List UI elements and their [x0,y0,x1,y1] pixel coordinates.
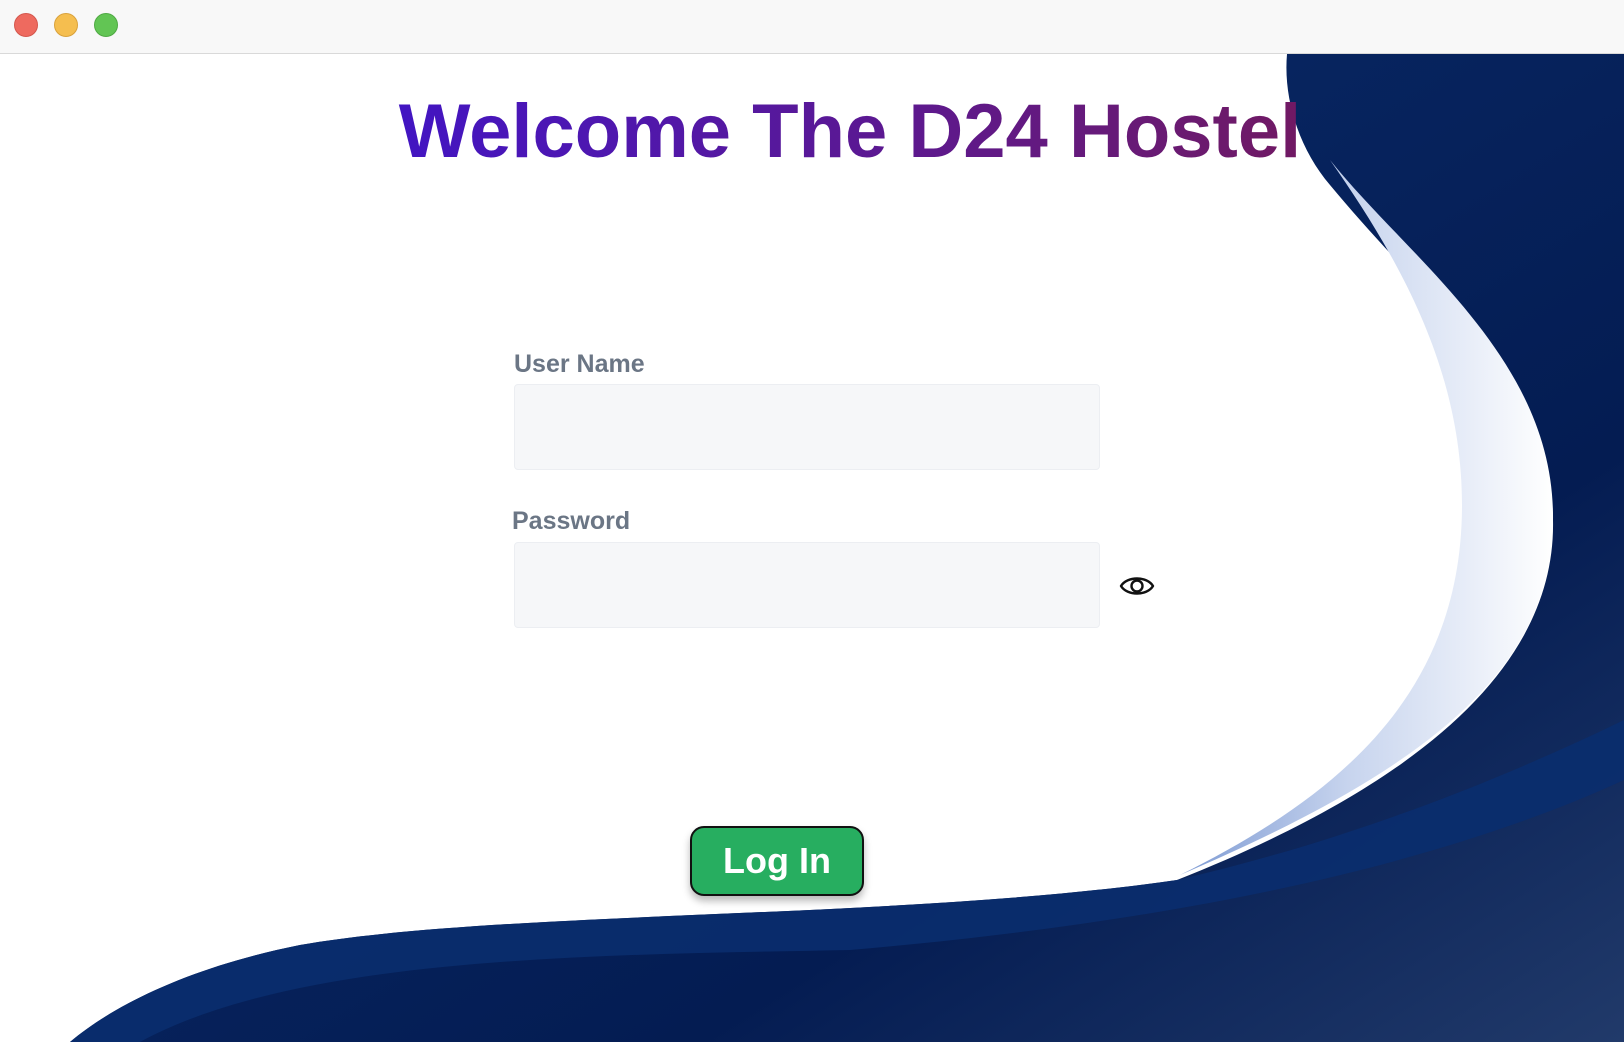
window-titlebar [0,0,1624,54]
password-label: Password [512,507,631,535]
page-title: Welcome The D24 Hostel [0,82,1624,182]
username-input[interactable] [514,384,1100,470]
password-input[interactable] [514,542,1100,628]
close-window-button[interactable] [14,13,38,37]
app-window: Welcome The D24 Hostel User Name Passwor… [0,0,1624,1042]
eye-icon [1119,577,1155,595]
maximize-window-button[interactable] [94,13,118,37]
login-button[interactable]: Log In [690,826,864,896]
minimize-window-button[interactable] [54,13,78,37]
show-password-toggle[interactable] [1117,568,1157,604]
username-label: User Name [514,350,645,378]
